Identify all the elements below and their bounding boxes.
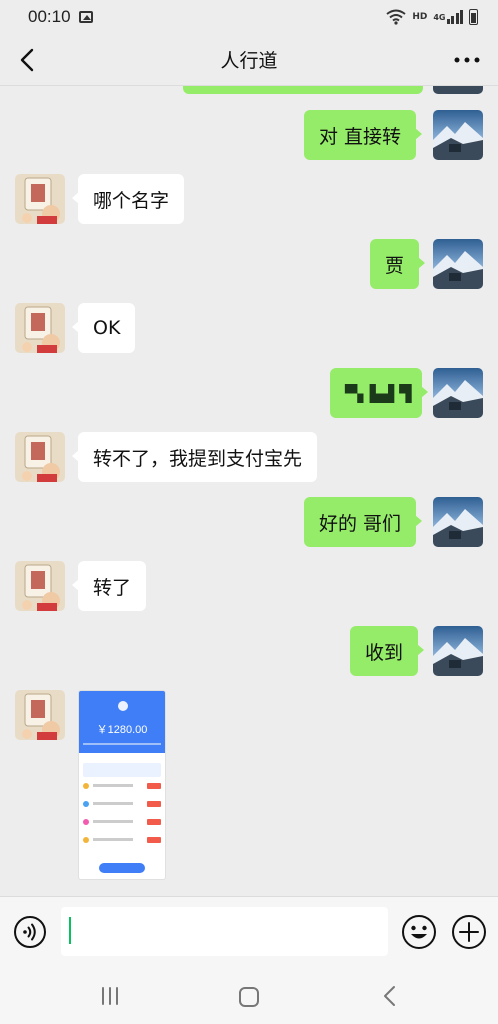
screenshot-list-row (83, 801, 161, 810)
alipay-coin-icon (118, 701, 128, 711)
screenshot-list-row (83, 819, 161, 828)
wifi-icon (386, 9, 406, 25)
my-avatar[interactable] (433, 368, 483, 418)
back-arrow-icon[interactable] (14, 45, 44, 75)
status-bar: 00:10 HD 4G (0, 0, 498, 34)
my-avatar[interactable] (433, 239, 483, 289)
network-type-label: 4G (433, 12, 446, 22)
payment-screenshot-image[interactable]: ￥1280.00 (78, 690, 166, 880)
status-time: 00:10 (28, 7, 71, 26)
recent-apps-icon[interactable] (99, 986, 121, 1006)
message-bubble-out[interactable]: 贾 (370, 239, 426, 289)
gallery-notification-icon (78, 11, 93, 23)
hd-label: HD (412, 12, 428, 22)
add-more-icon[interactable] (451, 914, 487, 950)
message-bubble-out[interactable]: 好的 哥们 (304, 497, 423, 547)
screenshot-list-row (83, 783, 161, 792)
contact-avatar[interactable] (15, 561, 65, 611)
contact-avatar[interactable] (15, 690, 65, 740)
home-icon[interactable] (238, 986, 260, 1008)
message-bubble-in[interactable]: 转了 (71, 561, 147, 611)
chat-messages[interactable]: 对 直接转 哪个名字 贾 OK ▀▖▙▟ ▜ 转不了，我提到支付宝先 好的 哥们… (0, 86, 498, 896)
message-bubble-out[interactable] (183, 86, 423, 94)
chat-header: 人行道 (0, 34, 498, 86)
my-avatar[interactable] (433, 626, 483, 676)
my-avatar[interactable] (433, 497, 483, 547)
contact-avatar[interactable] (15, 174, 65, 224)
screenshot-header: ￥1280.00 (79, 691, 165, 753)
message-bubble-in[interactable]: 转不了，我提到支付宝先 (71, 432, 318, 482)
status-indicators: HD 4G (386, 9, 478, 25)
input-bar (0, 896, 498, 968)
system-back-icon[interactable] (379, 984, 401, 1008)
message-bubble-out[interactable]: 对 直接转 (304, 110, 423, 160)
message-bubble-in[interactable]: OK (71, 303, 136, 353)
screenshot-card (83, 763, 161, 777)
my-avatar[interactable] (433, 86, 483, 94)
chat-title: 人行道 (220, 50, 278, 72)
text-cursor (69, 917, 71, 944)
emoji-icon[interactable] (401, 914, 437, 950)
message-input[interactable] (61, 907, 388, 956)
screenshot-list-row (83, 837, 161, 846)
signal-icon (446, 10, 463, 24)
more-options-icon[interactable] (452, 47, 482, 73)
my-avatar[interactable] (433, 110, 483, 160)
battery-icon (469, 9, 478, 25)
message-bubble-in[interactable]: 哪个名字 (71, 174, 185, 224)
message-bubble-out[interactable]: ▀▖▙▟ ▜ (330, 368, 428, 418)
message-bubble-out[interactable]: 收到 (350, 626, 425, 676)
screenshot-amount: ￥1280.00 (96, 724, 148, 736)
contact-avatar[interactable] (15, 303, 65, 353)
system-navigation-bar (0, 968, 498, 1024)
voice-input-icon[interactable] (13, 915, 47, 949)
screenshot-button (99, 863, 145, 873)
contact-avatar[interactable] (15, 432, 65, 482)
